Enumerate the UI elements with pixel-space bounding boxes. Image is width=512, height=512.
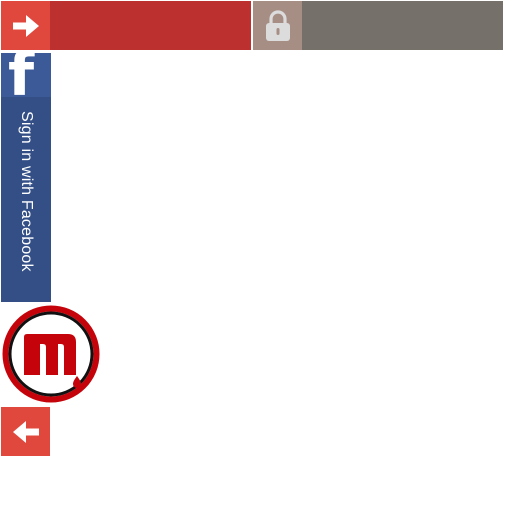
back-button[interactable] xyxy=(1,407,50,456)
lock-icon-box xyxy=(253,1,302,50)
lock-icon xyxy=(265,9,290,41)
facebook-f-icon: f xyxy=(8,53,35,97)
arrow-left-icon xyxy=(12,420,39,443)
primary-icon-box xyxy=(1,1,50,50)
locked-action-bar[interactable] xyxy=(253,1,503,50)
m-brand-logo-icon xyxy=(2,305,100,403)
primary-action-bar[interactable] xyxy=(1,1,251,50)
facebook-logo-box: f xyxy=(1,53,51,97)
arrow-right-icon xyxy=(12,14,39,37)
facebook-signin-button[interactable]: f Sign in with Facebook xyxy=(1,53,51,302)
facebook-signin-label: Sign in with Facebook xyxy=(18,111,35,272)
brand-logo xyxy=(1,304,101,404)
